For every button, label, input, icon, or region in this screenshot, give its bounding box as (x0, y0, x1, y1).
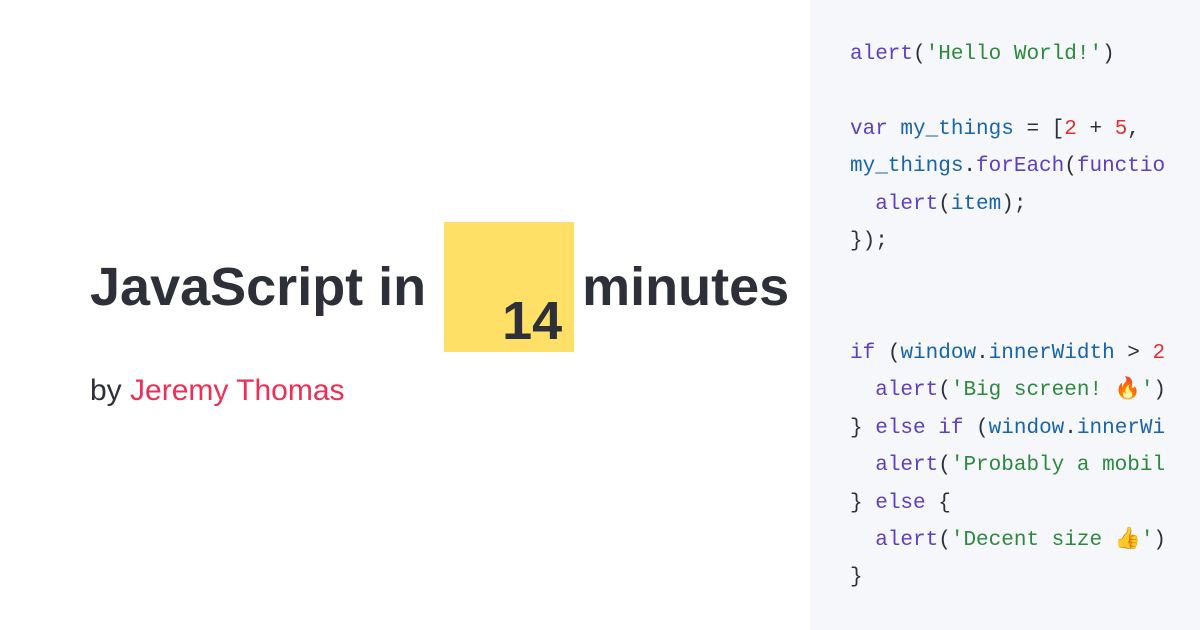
code-line: alert('Hello World!') (850, 36, 1200, 73)
code-line: var my_things = [2 + 5, (850, 111, 1200, 148)
title-number-highlight: 14 (444, 222, 574, 352)
code-line: alert(item); (850, 186, 1200, 223)
code-line: if (window.innerWidth > 2 (850, 335, 1200, 372)
title-number: 14 (502, 289, 562, 354)
code-line: alert('Probably a mobil (850, 447, 1200, 484)
code-blank (850, 73, 1200, 110)
page-title: JavaScript in 14 minutes (90, 222, 810, 352)
code-line: } (850, 559, 1200, 596)
hero-panel: JavaScript in 14 minutes by Jeremy Thoma… (0, 0, 810, 630)
code-line: my_things.forEach(functio (850, 148, 1200, 185)
code-line: } else { (850, 485, 1200, 522)
title-prefix: JavaScript in (90, 255, 426, 320)
title-suffix: minutes (582, 255, 789, 320)
code-line: }); (850, 223, 1200, 260)
code-blank (850, 260, 1200, 297)
author-link[interactable]: Jeremy Thomas (130, 374, 345, 407)
code-blank (850, 298, 1200, 335)
code-panel: alert('Hello World!') var my_things = [2 … (810, 0, 1200, 630)
byline-by: by (90, 374, 130, 407)
byline: by Jeremy Thomas (90, 374, 810, 408)
code-line: } else if (window.innerWi (850, 410, 1200, 447)
code-line: alert('Decent size 👍') (850, 522, 1200, 559)
code-line: alert('Big screen! 🔥') (850, 372, 1200, 409)
